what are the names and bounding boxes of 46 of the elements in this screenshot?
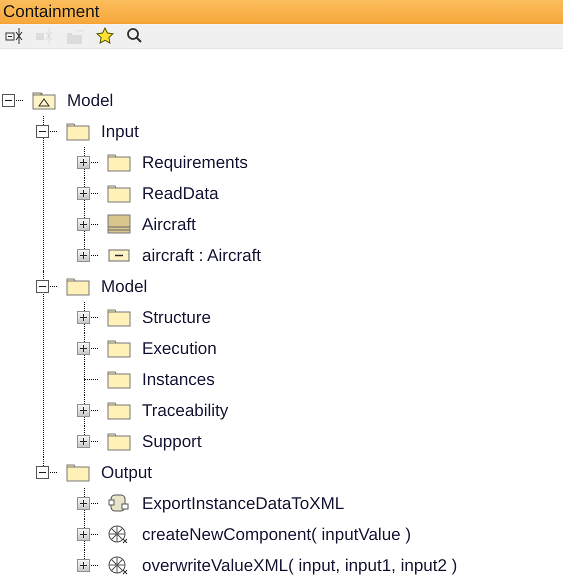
folder-icon [107,307,131,328]
tree-item[interactable]: createNewComponent( inputValue ) [142,524,411,544]
folder-icon [107,152,131,173]
panel-title: Containment [3,2,100,22]
collapse-toggle[interactable] [36,466,49,479]
folder-icon [107,369,131,390]
expand-toggle[interactable] [77,528,90,541]
tree-item[interactable]: Aircraft [142,214,196,234]
expand-toggle[interactable] [77,342,90,355]
folder-icon [107,431,131,452]
expand-toggle[interactable] [77,435,90,448]
collapse-toggle[interactable] [36,280,49,293]
tree-item[interactable]: Execution [142,338,217,358]
star-icon[interactable] [94,26,116,46]
tree-item[interactable]: Model [67,90,114,110]
tree-item[interactable]: ReadData [142,184,219,204]
expand-toggle[interactable] [77,311,90,324]
expand-toggle[interactable] [77,559,90,572]
collapse-toggle[interactable] [2,94,15,107]
folder-icon [107,183,131,204]
block-icon [107,214,131,235]
tree-item[interactable]: Requirements [142,152,248,172]
tree-item[interactable]: Structure [142,308,211,328]
expand-toggle[interactable] [77,497,90,510]
tree-item[interactable]: Traceability [142,400,228,420]
folder-icon [66,121,90,142]
collapse-toggle[interactable] [36,125,49,138]
expand-toggle[interactable] [77,249,90,262]
tree-item[interactable]: Output [101,462,152,482]
package-icon [32,90,56,111]
tree-item[interactable]: Model [101,276,148,296]
folder-icon [66,276,90,297]
folder-icon [107,338,131,359]
tree-item[interactable]: Instances [142,370,215,390]
expand-toggle[interactable] [77,156,90,169]
expand-toggle[interactable] [77,404,90,417]
activity-icon [107,493,131,514]
folder-icon [107,400,131,421]
tree-item[interactable]: Support [142,432,202,452]
folder-icon [66,462,90,483]
expand-toggle[interactable] [77,218,90,231]
tree-item[interactable]: aircraft : Aircraft [142,246,262,266]
tree-item[interactable]: ExportInstanceDataToXML [142,494,344,514]
tree-item[interactable]: Input [101,122,139,142]
tree-item[interactable]: overwriteValueXML( input, input1, input2 ) [142,556,458,576]
expand-toggle[interactable] [77,187,90,200]
